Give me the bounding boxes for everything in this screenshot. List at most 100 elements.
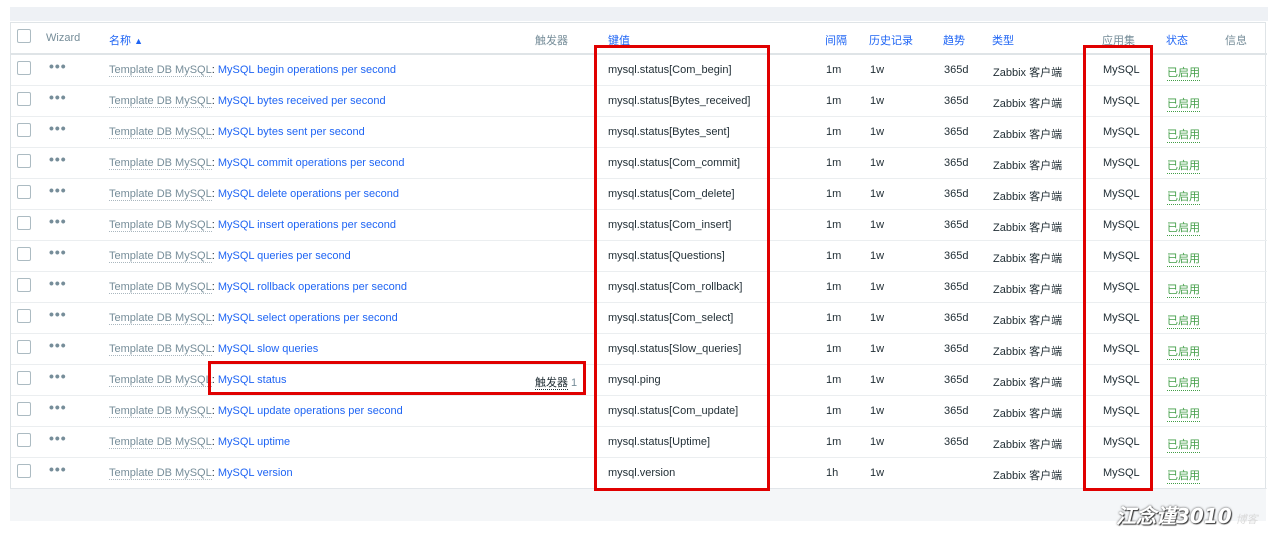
- item-name-cell: Template DB MySQL: MySQL select operatio…: [109, 312, 398, 325]
- item-name-cell: Template DB MySQL: MySQL version: [109, 467, 293, 480]
- template-link[interactable]: Template DB MySQL: [109, 467, 212, 480]
- template-link[interactable]: Template DB MySQL: [109, 436, 212, 449]
- more-actions-icon[interactable]: •••: [49, 399, 67, 415]
- more-actions-icon[interactable]: •••: [49, 337, 67, 353]
- table-footer: [10, 488, 1266, 521]
- template-link[interactable]: Template DB MySQL: [109, 126, 212, 139]
- template-link[interactable]: Template DB MySQL: [109, 95, 212, 108]
- row-checkbox[interactable]: [17, 185, 31, 199]
- item-status-toggle[interactable]: 已启用: [1167, 281, 1200, 298]
- more-actions-icon[interactable]: •••: [49, 58, 67, 74]
- col-wizard: Wizard: [46, 32, 81, 44]
- item-history: 1w: [870, 312, 885, 324]
- item-status-toggle[interactable]: 已启用: [1167, 250, 1200, 267]
- item-status-toggle[interactable]: 已启用: [1167, 343, 1200, 360]
- item-interval: 1m: [826, 95, 842, 107]
- item-name-cell: Template DB MySQL: MySQL insert operatio…: [109, 219, 396, 232]
- item-name-cell: Template DB MySQL: MySQL update operatio…: [109, 405, 403, 418]
- col-interval-sort[interactable]: 间隔: [825, 32, 847, 48]
- row-checkbox[interactable]: [17, 123, 31, 137]
- item-status-toggle[interactable]: 已启用: [1167, 126, 1200, 143]
- col-history-sort[interactable]: 历史记录: [869, 32, 913, 48]
- template-link[interactable]: Template DB MySQL: [109, 281, 212, 294]
- item-name-link[interactable]: MySQL delete operations per second: [218, 188, 399, 200]
- item-name-cell: Template DB MySQL: MySQL bytes received …: [109, 95, 386, 108]
- item-interval: 1m: [826, 312, 842, 324]
- row-checkbox[interactable]: [17, 464, 31, 478]
- row-checkbox[interactable]: [17, 278, 31, 292]
- item-status-toggle[interactable]: 已启用: [1167, 219, 1200, 236]
- item-name-link[interactable]: MySQL bytes sent per second: [218, 126, 365, 138]
- template-link[interactable]: Template DB MySQL: [109, 157, 212, 170]
- item-name-link[interactable]: MySQL update operations per second: [218, 405, 403, 417]
- item-name-link[interactable]: MySQL uptime: [218, 436, 290, 448]
- item-name-link[interactable]: MySQL queries per second: [218, 250, 351, 262]
- more-actions-icon[interactable]: •••: [49, 89, 67, 105]
- template-link[interactable]: Template DB MySQL: [109, 343, 212, 356]
- more-actions-icon[interactable]: •••: [49, 182, 67, 198]
- sort-asc-icon: ▲: [134, 36, 143, 46]
- row-checkbox[interactable]: [17, 433, 31, 447]
- more-actions-icon[interactable]: •••: [49, 120, 67, 136]
- item-status-toggle[interactable]: 已启用: [1167, 95, 1200, 112]
- item-name-cell: Template DB MySQL: MySQL begin operation…: [109, 64, 396, 77]
- item-trends: 365d: [944, 343, 969, 355]
- row-checkbox[interactable]: [17, 402, 31, 416]
- item-name-link[interactable]: MySQL insert operations per second: [218, 219, 396, 231]
- item-status-toggle[interactable]: 已启用: [1167, 374, 1200, 391]
- more-actions-icon[interactable]: •••: [49, 368, 67, 384]
- item-name-link[interactable]: MySQL rollback operations per second: [218, 281, 407, 293]
- item-trends: 365d: [944, 188, 969, 200]
- item-status-toggle[interactable]: 已启用: [1167, 64, 1200, 81]
- col-status-sort[interactable]: 状态: [1166, 32, 1188, 48]
- template-link[interactable]: Template DB MySQL: [109, 188, 212, 201]
- row-checkbox[interactable]: [17, 216, 31, 230]
- row-checkbox[interactable]: [17, 340, 31, 354]
- watermark-text: 江念谨3010: [1116, 504, 1232, 528]
- row-checkbox[interactable]: [17, 247, 31, 261]
- item-status-toggle[interactable]: 已启用: [1167, 405, 1200, 422]
- item-type: Zabbix 客户端: [993, 222, 1063, 234]
- item-status-toggle[interactable]: 已启用: [1167, 188, 1200, 205]
- item-name-link[interactable]: MySQL slow queries: [218, 343, 318, 355]
- item-type: Zabbix 客户端: [993, 67, 1063, 79]
- template-link[interactable]: Template DB MySQL: [109, 374, 212, 387]
- more-actions-icon[interactable]: •••: [49, 275, 67, 291]
- row-checkbox[interactable]: [17, 371, 31, 385]
- more-actions-icon[interactable]: •••: [49, 213, 67, 229]
- item-name-link[interactable]: MySQL begin operations per second: [218, 64, 396, 76]
- item-trends: 365d: [944, 219, 969, 231]
- item-type: Zabbix 客户端: [993, 129, 1063, 141]
- item-trends: 365d: [944, 64, 969, 76]
- row-checkbox[interactable]: [17, 61, 31, 75]
- item-name-link[interactable]: MySQL bytes received per second: [218, 95, 386, 107]
- item-type: Zabbix 客户端: [993, 470, 1063, 482]
- template-link[interactable]: Template DB MySQL: [109, 250, 212, 263]
- item-status-toggle[interactable]: 已启用: [1167, 312, 1200, 329]
- more-actions-icon[interactable]: •••: [49, 151, 67, 167]
- row-checkbox[interactable]: [17, 309, 31, 323]
- item-status-toggle[interactable]: 已启用: [1167, 467, 1200, 484]
- row-checkbox[interactable]: [17, 154, 31, 168]
- item-name-link[interactable]: MySQL select operations per second: [218, 312, 398, 324]
- item-status-toggle[interactable]: 已启用: [1167, 157, 1200, 174]
- template-link[interactable]: Template DB MySQL: [109, 312, 212, 325]
- select-all-checkbox[interactable]: [17, 29, 31, 43]
- item-name-link[interactable]: MySQL version: [218, 467, 293, 479]
- more-actions-icon[interactable]: •••: [49, 430, 67, 446]
- template-link[interactable]: Template DB MySQL: [109, 219, 212, 232]
- item-trends: 365d: [944, 312, 969, 324]
- col-trends-sort[interactable]: 趋势: [943, 32, 965, 48]
- more-actions-icon[interactable]: •••: [49, 306, 67, 322]
- item-name-link[interactable]: MySQL commit operations per second: [218, 157, 405, 169]
- more-actions-icon[interactable]: •••: [49, 244, 67, 260]
- col-type-sort[interactable]: 类型: [992, 32, 1014, 48]
- more-actions-icon[interactable]: •••: [49, 461, 67, 477]
- item-interval: 1m: [826, 436, 842, 448]
- item-type: Zabbix 客户端: [993, 377, 1063, 389]
- template-link[interactable]: Template DB MySQL: [109, 405, 212, 418]
- template-link[interactable]: Template DB MySQL: [109, 64, 212, 77]
- row-checkbox[interactable]: [17, 92, 31, 106]
- item-status-toggle[interactable]: 已启用: [1167, 436, 1200, 453]
- col-name-sort[interactable]: 名称 ▲: [109, 32, 143, 48]
